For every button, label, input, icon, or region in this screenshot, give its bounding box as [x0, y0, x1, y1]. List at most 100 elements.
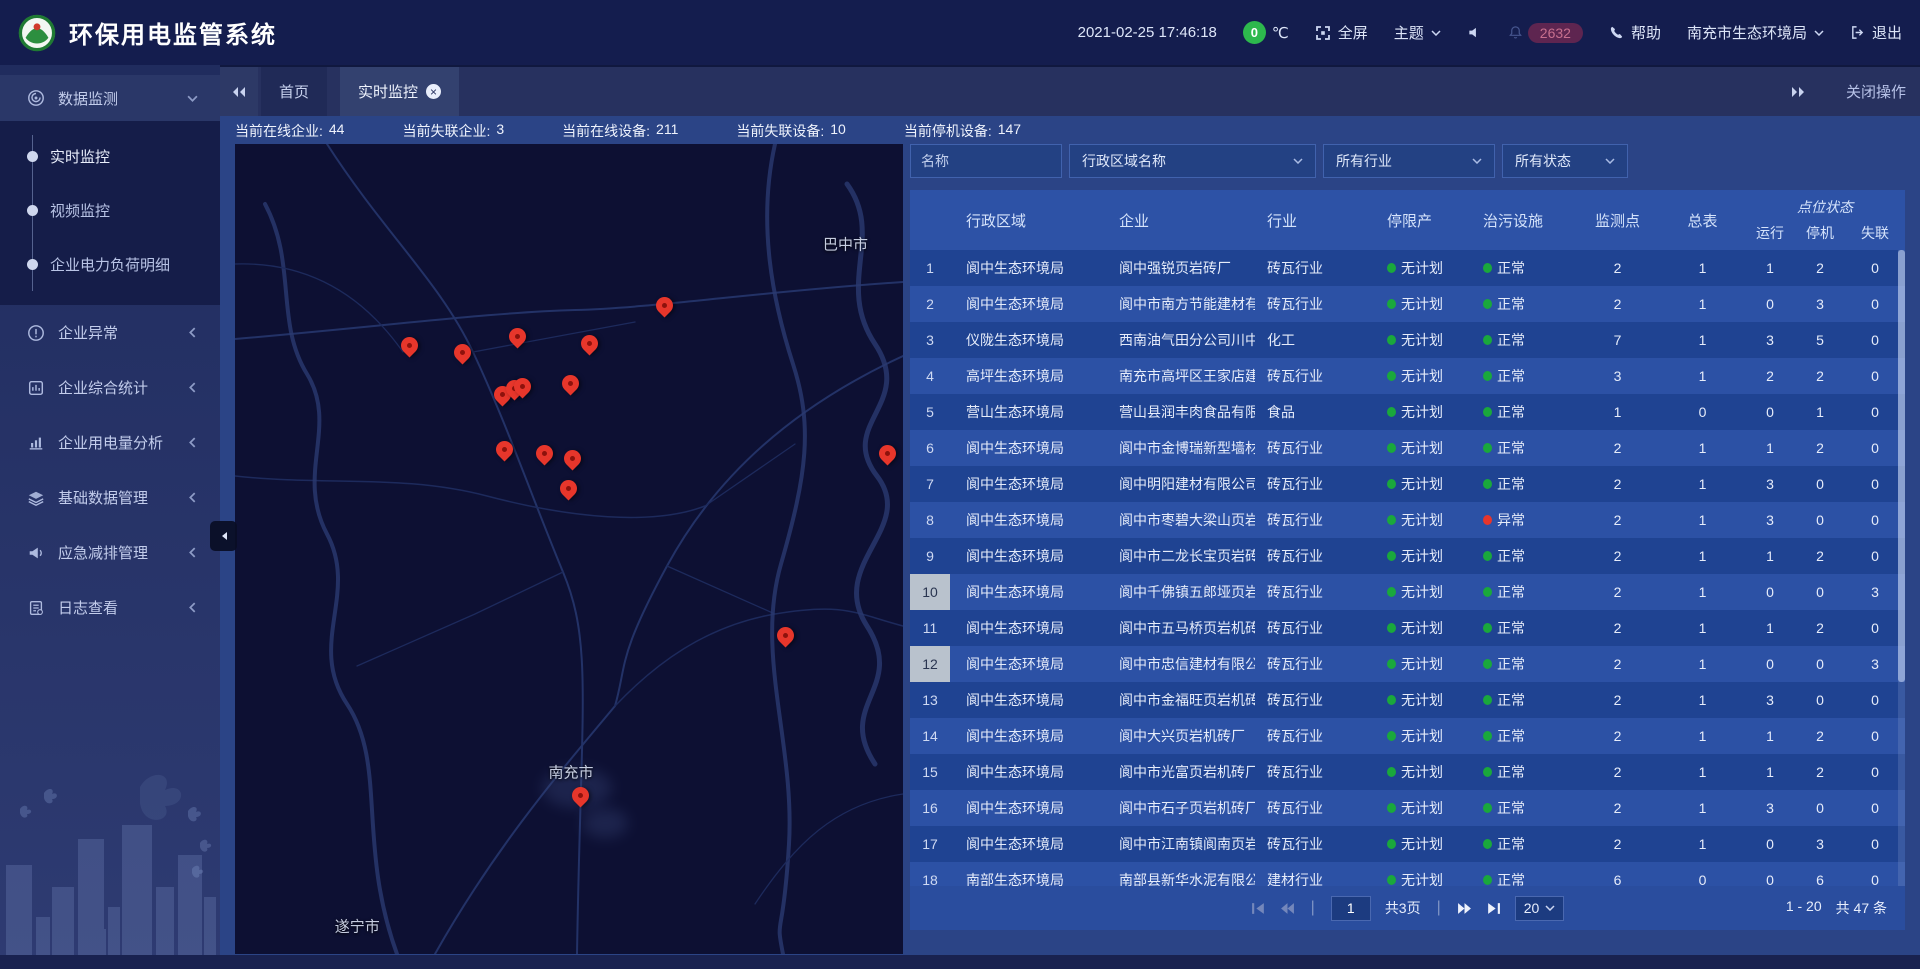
help-button[interactable]: 帮助 — [1609, 22, 1661, 43]
table-row[interactable]: 17阆中生态环境局阆中市江南镇阆南页岩砖瓦行业无计划正常21030 — [910, 826, 1905, 862]
table-row[interactable]: 1阆中生态环境局阆中强锐页岩砖厂砖瓦行业无计划正常21120 — [910, 250, 1905, 286]
sidebar-subitem[interactable]: 企业电力负荷明细 — [0, 237, 220, 291]
table-row[interactable]: 7阆中生态环境局阆中明阳建材有限公司砖瓦行业无计划正常21300 — [910, 466, 1905, 502]
cell-total-count: 1 — [1660, 682, 1745, 718]
next-page-button[interactable] — [1457, 902, 1472, 915]
row-index: 12 — [910, 646, 950, 682]
col-facility-header[interactable]: 治污设施 — [1470, 190, 1575, 250]
cell-company: 南部县新华水泥有限公 — [1105, 862, 1255, 886]
sidebar-item-company-statistics[interactable]: 企业综合统计 — [0, 360, 220, 415]
col-stop-header[interactable]: 停机 — [1795, 223, 1845, 243]
col-run-header[interactable]: 运行 — [1745, 223, 1795, 243]
tab-realtime[interactable]: 实时监控× — [340, 67, 459, 116]
table-row[interactable]: 3仪陇生态环境局西南油气田分公司川中化工无计划正常71350 — [910, 322, 1905, 358]
name-filter-input[interactable] — [910, 144, 1062, 178]
table-row[interactable]: 15阆中生态环境局阆中市光富页岩机砖厂砖瓦行业无计划正常21120 — [910, 754, 1905, 790]
cell-run-count: 1 — [1745, 430, 1795, 466]
first-page-button[interactable] — [1251, 902, 1266, 915]
table-row[interactable]: 13阆中生态环境局阆中市金福旺页岩机砖砖瓦行业无计划正常21300 — [910, 682, 1905, 718]
sidebar-item-log-view[interactable]: 日志查看 — [0, 580, 220, 635]
notifications-button[interactable]: 2632 — [1508, 23, 1583, 43]
cell-industry: 砖瓦行业 — [1255, 466, 1370, 502]
facility-status-label: 正常 — [1497, 762, 1525, 782]
tab-close-icon[interactable]: × — [426, 84, 441, 99]
scrollbar-thumb[interactable] — [1898, 250, 1905, 682]
page-number-input[interactable] — [1331, 896, 1371, 921]
map-panel[interactable]: 巴中市南充市遂宁市 — [235, 144, 903, 954]
table-row[interactable]: 2阆中生态环境局阆中市南方节能建材有砖瓦行业无计划正常21030 — [910, 286, 1905, 322]
status-dot-icon — [1387, 695, 1396, 705]
table-row[interactable]: 5营山生态环境局营山县润丰肉食品有限食品无计划正常10010 — [910, 394, 1905, 430]
tabs-scroll-left-button[interactable] — [220, 67, 258, 116]
status-filter-select[interactable]: 所有状态 — [1502, 144, 1628, 178]
table-row[interactable]: 4高坪生态环境局南充市高坪区王家店建砖瓦行业无计划正常31220 — [910, 358, 1905, 394]
sidebar-subitem[interactable]: 实时监控 — [0, 129, 220, 183]
produce-status-label: 无计划 — [1401, 510, 1443, 530]
cell-total-count: 1 — [1660, 502, 1745, 538]
sidebar-subitem[interactable]: 视频监控 — [0, 183, 220, 237]
sidebar-item-label: 企业综合统计 — [58, 377, 187, 398]
col-produce-header[interactable]: 停限产 — [1370, 190, 1470, 250]
cell-stop-count: 0 — [1795, 790, 1845, 826]
prev-page-button[interactable] — [1280, 902, 1295, 915]
fullscreen-button[interactable]: 全屏 — [1315, 22, 1368, 43]
sound-button[interactable] — [1467, 25, 1482, 40]
table-row[interactable]: 16阆中生态环境局阆中市石子页岩机砖厂砖瓦行业无计划正常21300 — [910, 790, 1905, 826]
cell-total-count: 1 — [1660, 322, 1745, 358]
cell-industry: 砖瓦行业 — [1255, 250, 1370, 286]
cell-region: 营山生态环境局 — [950, 394, 1105, 430]
close-operations-button[interactable]: 关闭操作 — [1846, 81, 1906, 102]
map-city-label: 南充市 — [548, 761, 593, 782]
cell-monitor-count: 7 — [1575, 322, 1660, 358]
table-row[interactable]: 6阆中生态环境局阆中市金博瑞新型墙材砖瓦行业无计划正常21120 — [910, 430, 1905, 466]
cell-stop-count: 0 — [1795, 502, 1845, 538]
col-monitor-header[interactable]: 监测点 — [1575, 190, 1660, 250]
table-row[interactable]: 11阆中生态环境局阆中市五马桥页岩机砖砖瓦行业无计划正常21120 — [910, 610, 1905, 646]
sidebar-item-company-abnormal[interactable]: 企业异常 — [0, 305, 220, 360]
table-row[interactable]: 8阆中生态环境局阆中市枣碧大梁山页岩砖瓦行业无计划异常21300 — [910, 502, 1905, 538]
table-row[interactable]: 12阆中生态环境局阆中市忠信建材有限公砖瓦行业无计划正常21003 — [910, 646, 1905, 682]
cell-industry: 砖瓦行业 — [1255, 502, 1370, 538]
cell-total-count: 0 — [1660, 394, 1745, 430]
last-page-button[interactable] — [1486, 902, 1501, 915]
table-row[interactable]: 9阆中生态环境局阆中市二龙长宝页岩砖砖瓦行业无计划正常21120 — [910, 538, 1905, 574]
industry-filter-select[interactable]: 所有行业 — [1323, 144, 1495, 178]
table-scrollbar[interactable] — [1898, 250, 1905, 886]
sidebar-item-power-analysis[interactable]: 企业用电量分析 — [0, 415, 220, 470]
sidebar-item-emergency-reduction[interactable]: 应急减排管理 — [0, 525, 220, 580]
cell-industry: 化工 — [1255, 322, 1370, 358]
temperature-unit: ℃ — [1272, 24, 1289, 42]
status-dot-icon — [1387, 407, 1396, 417]
table-row[interactable]: 10阆中生态环境局阆中千佛镇五郎垭页岩砖瓦行业无计划正常21003 — [910, 574, 1905, 610]
theme-menu[interactable]: 主题 — [1394, 22, 1441, 43]
status-dot-icon — [1483, 659, 1492, 669]
sidebar-collapse-handle[interactable] — [210, 521, 237, 551]
cell-facility-status: 正常 — [1470, 826, 1575, 862]
cell-facility-status: 正常 — [1470, 790, 1575, 826]
table-row[interactable]: 18南部生态环境局南部县新华水泥有限公建材行业无计划正常60060 — [910, 862, 1905, 886]
cell-industry: 砖瓦行业 — [1255, 358, 1370, 394]
app-header: 环保用电监管系统 2021-02-25 17:46:18 0 ℃ 全屏 主题 2… — [0, 0, 1920, 65]
cell-monitor-count: 2 — [1575, 430, 1660, 466]
col-company-header[interactable]: 企业 — [1105, 190, 1255, 250]
table-row[interactable]: 14阆中生态环境局阆中大兴页岩机砖厂砖瓦行业无计划正常21120 — [910, 718, 1905, 754]
sidebar: 数据监测实时监控视频监控企业电力负荷明细企业异常企业综合统计企业用电量分析基础数… — [0, 65, 220, 969]
org-menu[interactable]: 南充市生态环境局 — [1687, 22, 1824, 43]
tabs-scroll-right-button[interactable] — [1781, 86, 1815, 98]
logout-button[interactable]: 退出 — [1850, 22, 1902, 43]
col-industry-header[interactable]: 行业 — [1255, 190, 1370, 250]
sidebar-item-base-data[interactable]: 基础数据管理 — [0, 470, 220, 525]
col-total-header[interactable]: 总表 — [1660, 190, 1745, 250]
col-region-header[interactable]: 行政区域 — [950, 190, 1105, 250]
cell-company: 阆中大兴页岩机砖厂 — [1105, 718, 1255, 754]
cell-company: 阆中市金博瑞新型墙材 — [1105, 430, 1255, 466]
cell-industry: 食品 — [1255, 394, 1370, 430]
cell-facility-status: 异常 — [1470, 502, 1575, 538]
sidebar-item-data-monitor[interactable]: 数据监测 — [0, 75, 220, 121]
cell-monitor-count: 2 — [1575, 826, 1660, 862]
region-filter-select[interactable]: 行政区域名称 — [1069, 144, 1316, 178]
col-lost-header[interactable]: 失联 — [1845, 223, 1905, 243]
tab-home[interactable]: 首页 — [261, 67, 327, 116]
app-root: 环保用电监管系统 2021-02-25 17:46:18 0 ℃ 全屏 主题 2… — [0, 0, 1920, 969]
page-size-select[interactable]: 20 — [1515, 896, 1565, 921]
